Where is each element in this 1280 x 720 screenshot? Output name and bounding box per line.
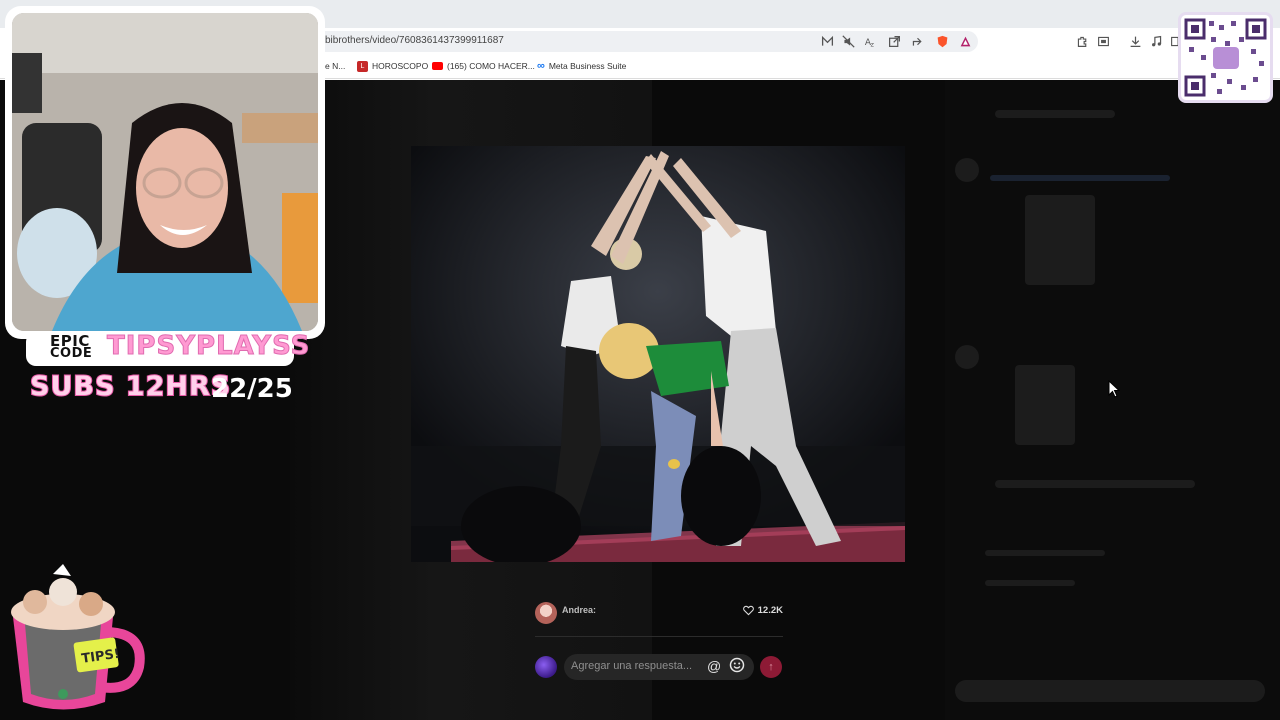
avatar [535, 656, 557, 678]
send-button[interactable]: ↑ [760, 656, 782, 678]
address-bar-url[interactable]: bibrothers/video/7608361437399911687 [325, 35, 504, 46]
arrow-up-icon: ↑ [768, 661, 774, 673]
qr-code-icon [1178, 12, 1273, 103]
brave-shield-icon[interactable] [934, 33, 950, 49]
channel-brand-name: TIPSYPLAYSS [106, 331, 311, 362]
svg-text:z: z [870, 40, 874, 48]
open-external-icon[interactable] [886, 33, 902, 49]
translate-icon[interactable]: Az [862, 33, 878, 49]
bookmark-meta[interactable]: ∞ Meta Business Suite [537, 59, 626, 73]
reply-placeholder[interactable]: Agregar una respuesta... [571, 660, 692, 672]
media-icon[interactable] [1148, 33, 1164, 49]
comments-panel-dimmed [945, 80, 1280, 720]
bookmark-label: HOROSCOPO [372, 61, 429, 71]
download-icon[interactable] [1127, 33, 1143, 49]
reader-mode-icon[interactable] [819, 33, 835, 49]
comment-row: Andrea: 12.2K [535, 600, 783, 626]
bookmark-label: Meta Business Suite [548, 61, 627, 71]
streamer-webcam-image [12, 13, 318, 331]
like-count: 12.2K [757, 605, 783, 616]
bookmark-horoscopo[interactable]: L HOROSCOPO [357, 59, 428, 73]
mouse-cursor-icon [1108, 380, 1120, 398]
share-icon[interactable] [909, 33, 925, 49]
comment-author[interactable]: Andrea: [562, 605, 596, 615]
epic-code-label: EPIC CODE [50, 334, 93, 361]
bookmark-label: (165) COMO HACER... [447, 61, 535, 71]
mug-mascot-icon: TIPS! [5, 562, 145, 717]
avatar[interactable] [535, 602, 557, 624]
emoji-icon[interactable] [729, 657, 745, 673]
rewards-icon[interactable] [957, 33, 973, 49]
webcam-feed [12, 13, 318, 331]
extensions-icon[interactable] [1074, 33, 1090, 49]
comment-like-button[interactable]: 12.2K [742, 605, 783, 616]
heart-icon [742, 605, 754, 616]
code-text: CODE [50, 346, 93, 361]
screenshot-icon[interactable] [1095, 33, 1111, 49]
divider [535, 636, 783, 637]
subs-goal-count: 22/25 [211, 374, 293, 404]
mention-icon[interactable]: @ [707, 658, 721, 674]
letter-l-icon: L [357, 60, 368, 72]
concert-video-frame [411, 146, 905, 562]
bookmark-youtube[interactable]: (165) COMO HACER... [432, 59, 535, 73]
youtube-icon [432, 62, 443, 70]
mute-icon[interactable] [840, 33, 856, 49]
video-player[interactable] [411, 146, 905, 562]
meta-icon: ∞ [537, 60, 545, 72]
subs-goal-label: SUBS 12HRS [29, 370, 232, 403]
bookmark-item[interactable]: e N... [325, 59, 345, 73]
bookmark-label: e N... [325, 61, 346, 71]
